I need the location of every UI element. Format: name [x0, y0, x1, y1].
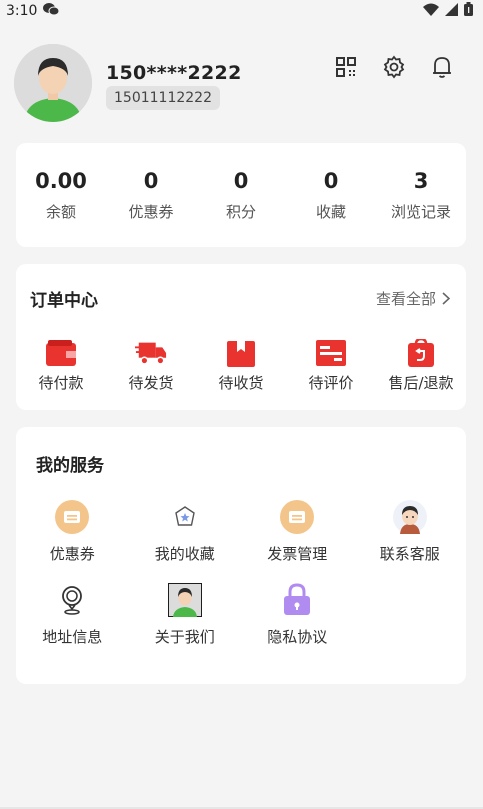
service-label: 隐私协议 — [267, 628, 328, 646]
wallet-icon — [45, 338, 77, 368]
service-label: 优惠券 — [49, 545, 95, 563]
stat-history[interactable]: 3 浏览记录 — [376, 143, 466, 247]
gear-icon[interactable] — [381, 54, 407, 80]
order-status-row: 待付款 待发货 待收货 待评价 售后/退款 — [16, 338, 466, 393]
qr-code-icon[interactable] — [333, 54, 359, 80]
review-card-icon — [315, 338, 347, 368]
about-avatar-icon — [167, 582, 203, 618]
service-label: 我的收藏 — [154, 545, 215, 563]
stat-value: 0.00 — [35, 168, 87, 193]
service-label: 关于我们 — [154, 628, 215, 646]
wifi-icon — [423, 3, 439, 20]
order-status-label: 待收货 — [218, 374, 264, 392]
stat-label: 收藏 — [315, 202, 346, 221]
location-pin-icon — [54, 582, 90, 618]
delivery-truck-icon — [135, 338, 167, 368]
order-center-card: 订单中心 查看全部 待付款 待发货 待收货 待评价 售后/退款 — [16, 264, 466, 410]
wechat-icon — [43, 2, 60, 20]
stats-card: 0.00 余额 0 优惠券 0 积分 0 收藏 3 浏览记录 — [16, 143, 466, 247]
masked-phone: 150****2222 — [106, 62, 242, 84]
order-pending-payment[interactable]: 待付款 — [16, 338, 106, 393]
stat-label: 优惠券 — [128, 202, 174, 221]
service-customer-support[interactable]: 联系客服 — [354, 499, 467, 564]
avatar[interactable] — [14, 44, 92, 122]
stat-value: 0 — [323, 168, 339, 193]
services-title: 我的服务 — [36, 456, 104, 476]
service-favorites[interactable]: 我的收藏 — [129, 499, 242, 564]
view-all-orders-link[interactable]: 查看全部 — [376, 288, 450, 309]
my-services-card: 我的服务 优惠券 我的收藏 发票管理 联系客服 地址信息 关于我们 隐私协议 — [16, 427, 466, 684]
status-time: 3:10 — [6, 3, 38, 19]
order-pending-shipment[interactable]: 待发货 — [106, 338, 196, 393]
stat-favorites[interactable]: 0 收藏 — [286, 143, 376, 247]
service-invoice[interactable]: 发票管理 — [241, 499, 354, 564]
service-label: 联系客服 — [379, 545, 440, 563]
status-bar: 3:10 — [0, 0, 483, 22]
order-center-header: 订单中心 查看全部 — [30, 286, 450, 311]
phone-number-badge: 15011112222 — [106, 86, 220, 110]
package-box-icon — [225, 338, 257, 368]
invoice-icon — [279, 499, 315, 535]
service-address[interactable]: 地址信息 — [16, 582, 129, 647]
services-grid: 优惠券 我的收藏 发票管理 联系客服 地址信息 关于我们 隐私协议 — [16, 499, 466, 647]
view-all-label: 查看全部 — [375, 290, 436, 308]
header-actions — [333, 54, 455, 80]
stat-value: 0 — [233, 168, 249, 193]
services-header: 我的服务 — [36, 451, 450, 476]
user-avatar-icon — [14, 44, 92, 122]
status-right — [423, 2, 473, 20]
customer-service-avatar-icon — [392, 499, 428, 535]
service-label: 发票管理 — [267, 545, 328, 563]
stat-label: 浏览记录 — [390, 202, 451, 221]
stat-balance[interactable]: 0.00 余额 — [16, 143, 106, 247]
bell-icon[interactable] — [429, 54, 455, 80]
service-label: 地址信息 — [42, 628, 103, 646]
service-privacy[interactable]: 隐私协议 — [241, 582, 354, 647]
privacy-lock-icon — [279, 582, 315, 618]
star-favorite-icon — [167, 499, 203, 535]
stat-points[interactable]: 0 积分 — [196, 143, 286, 247]
profile-header: 150****2222 15011112222 — [14, 44, 469, 124]
signal-icon — [445, 2, 458, 20]
order-status-label: 售后/退款 — [388, 374, 454, 392]
stat-value: 0 — [143, 168, 159, 193]
order-status-label: 待评价 — [308, 374, 354, 392]
order-pending-review[interactable]: 待评价 — [286, 338, 376, 393]
coupon-icon — [54, 499, 90, 535]
order-status-label: 待付款 — [38, 374, 84, 392]
status-left: 3:10 — [6, 2, 60, 20]
stat-coupons[interactable]: 0 优惠券 — [106, 143, 196, 247]
service-about-us[interactable]: 关于我们 — [129, 582, 242, 647]
chevron-right-icon — [442, 292, 450, 305]
order-status-label: 待发货 — [128, 374, 174, 392]
stat-value: 3 — [413, 168, 429, 193]
order-center-title: 订单中心 — [30, 291, 98, 311]
order-after-sales[interactable]: 售后/退款 — [376, 338, 466, 393]
stat-label: 余额 — [45, 202, 76, 221]
stat-label: 积分 — [225, 202, 256, 221]
order-pending-receipt[interactable]: 待收货 — [196, 338, 286, 393]
service-coupons[interactable]: 优惠券 — [16, 499, 129, 564]
battery-icon — [464, 2, 473, 20]
refund-bag-icon — [405, 338, 437, 368]
